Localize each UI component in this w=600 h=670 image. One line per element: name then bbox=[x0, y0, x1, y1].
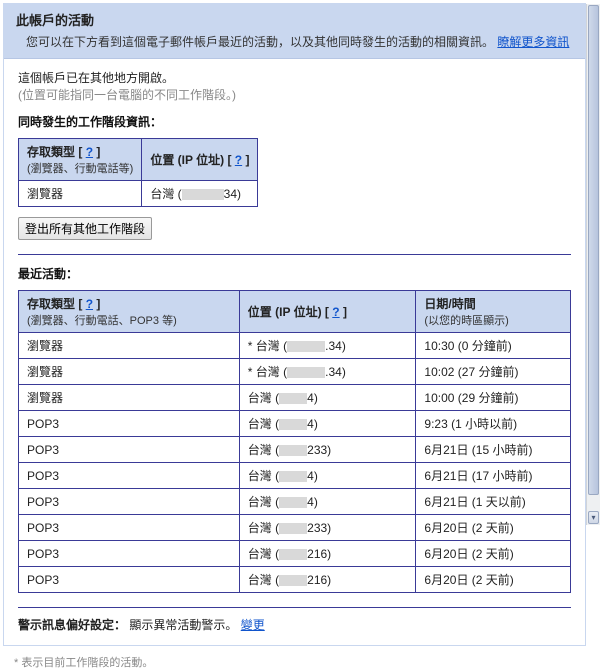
cell-datetime: 10:30 (0 分鐘前) bbox=[416, 333, 571, 359]
col-datetime: 日期/時間 (以您的時區顯示) bbox=[416, 291, 571, 333]
current-session-footnote: * 表示目前工作階段的活動。 bbox=[14, 654, 600, 670]
redacted-ip bbox=[287, 367, 325, 378]
cell-access-type: POP3 bbox=[19, 567, 240, 593]
cell-location: * 台灣 (.34) bbox=[239, 333, 416, 359]
cell-access-type: POP3 bbox=[19, 515, 240, 541]
table-row: 瀏覽器* 台灣 (.34)10:30 (0 分鐘前) bbox=[19, 333, 571, 359]
cell-datetime: 6月20日 (2 天前) bbox=[416, 567, 571, 593]
open-elsewhere-line1: 這個帳戶已在其他地方開啟。 bbox=[18, 69, 571, 86]
alert-preference: 警示訊息偏好設定： 顯示異常活動警示。 變更 bbox=[18, 616, 571, 633]
scrollbar-thumb[interactable] bbox=[588, 5, 599, 495]
section-divider bbox=[18, 607, 571, 608]
col-access-type: 存取類型 [ ? ] (瀏覽器、行動電話、POP3 等) bbox=[19, 291, 240, 333]
cell-datetime: 9:23 (1 小時以前) bbox=[416, 411, 571, 437]
learn-more-link[interactable]: 瞭解更多資訊 bbox=[497, 35, 569, 49]
table-header-row: 存取類型 [ ? ] (瀏覽器、行動電話等) 位置 (IP 位址) [ ? ] bbox=[19, 139, 258, 181]
help-icon[interactable]: ? bbox=[332, 305, 339, 319]
help-icon[interactable]: ? bbox=[86, 297, 93, 311]
redacted-ip bbox=[279, 497, 307, 508]
table-row: 瀏覽器* 台灣 (.34)10:02 (27 分鐘前) bbox=[19, 359, 571, 385]
concurrent-sessions-title: 同時發生的工作階段資訊： bbox=[18, 113, 571, 130]
col-access-type-sub: (瀏覽器、行動電話等) bbox=[27, 163, 133, 175]
col-location: 位置 (IP 位址) [ ? ] bbox=[142, 139, 258, 181]
cell-location: 台灣 (34) bbox=[142, 181, 258, 207]
table-row: POP3台灣 (216)6月20日 (2 天前) bbox=[19, 541, 571, 567]
cell-datetime: 6月21日 (1 天以前) bbox=[416, 489, 571, 515]
alert-status: 顯示異常活動警示。 bbox=[129, 618, 237, 632]
cell-datetime: 10:02 (27 分鐘前) bbox=[416, 359, 571, 385]
cell-location: * 台灣 (.34) bbox=[239, 359, 416, 385]
redacted-ip bbox=[279, 575, 307, 586]
col-access-type: 存取類型 [ ? ] (瀏覽器、行動電話等) bbox=[19, 139, 142, 181]
page-title: 此帳戶的活動 bbox=[16, 10, 575, 29]
alert-label: 警示訊息偏好設定： bbox=[18, 618, 126, 632]
sign-out-other-sessions-button[interactable]: 登出所有其他工作階段 bbox=[18, 217, 152, 240]
scroll-down-arrow-icon[interactable]: ▾ bbox=[588, 511, 599, 524]
cell-access-type: POP3 bbox=[19, 463, 240, 489]
redacted-ip bbox=[182, 189, 224, 200]
cell-datetime: 6月21日 (15 小時前) bbox=[416, 437, 571, 463]
table-row: POP3台灣 (233)6月21日 (15 小時前) bbox=[19, 437, 571, 463]
cell-datetime: 6月20日 (2 天前) bbox=[416, 515, 571, 541]
page-subtitle: 您可以在下方看到這個電子郵件帳戶最近的活動，以及其他同時發生的活動的相關資訊。 … bbox=[16, 33, 575, 50]
col-access-type-sub: (瀏覽器、行動電話、POP3 等) bbox=[27, 315, 177, 327]
help-icon[interactable]: ? bbox=[86, 145, 93, 159]
redacted-ip bbox=[287, 341, 325, 352]
vertical-scrollbar[interactable]: ▾ bbox=[586, 4, 600, 525]
cell-access-type: 瀏覽器 bbox=[19, 385, 240, 411]
cell-location: 台灣 (4) bbox=[239, 385, 416, 411]
table-row: POP3台灣 (4)6月21日 (1 天以前) bbox=[19, 489, 571, 515]
table-row: 瀏覽器 台灣 (34) bbox=[19, 181, 258, 207]
redacted-ip bbox=[279, 419, 307, 430]
table-row: POP3台灣 (4)6月21日 (17 小時前) bbox=[19, 463, 571, 489]
cell-access-type: POP3 bbox=[19, 541, 240, 567]
page-header: 此帳戶的活動 您可以在下方看到這個電子郵件帳戶最近的活動，以及其他同時發生的活動… bbox=[4, 4, 585, 59]
redacted-ip bbox=[279, 471, 307, 482]
alert-change-link[interactable]: 變更 bbox=[241, 618, 265, 632]
recent-activity-table: 存取類型 [ ? ] (瀏覽器、行動電話、POP3 等) 位置 (IP 位址) … bbox=[18, 290, 571, 593]
col-location: 位置 (IP 位址) [ ? ] bbox=[239, 291, 416, 333]
cell-location: 台灣 (233) bbox=[239, 515, 416, 541]
cell-access-type: POP3 bbox=[19, 411, 240, 437]
redacted-ip bbox=[279, 523, 307, 534]
table-header-row: 存取類型 [ ? ] (瀏覽器、行動電話、POP3 等) 位置 (IP 位址) … bbox=[19, 291, 571, 333]
table-row: 瀏覽器台灣 (4)10:00 (29 分鐘前) bbox=[19, 385, 571, 411]
cell-location: 台灣 (216) bbox=[239, 541, 416, 567]
cell-access-type: 瀏覽器 bbox=[19, 359, 240, 385]
cell-datetime: 6月21日 (17 小時前) bbox=[416, 463, 571, 489]
cell-datetime: 6月20日 (2 天前) bbox=[416, 541, 571, 567]
open-elsewhere-note: 這個帳戶已在其他地方開啟。 (位置可能指同一台電腦的不同工作階段。) bbox=[18, 69, 571, 103]
subtitle-text: 您可以在下方看到這個電子郵件帳戶最近的活動，以及其他同時發生的活動的相關資訊。 bbox=[26, 35, 494, 49]
cell-datetime: 10:00 (29 分鐘前) bbox=[416, 385, 571, 411]
cell-location: 台灣 (216) bbox=[239, 567, 416, 593]
help-icon[interactable]: ? bbox=[235, 153, 242, 167]
redacted-ip bbox=[279, 393, 307, 404]
cell-access-type: POP3 bbox=[19, 437, 240, 463]
cell-access-type: POP3 bbox=[19, 489, 240, 515]
table-row: POP3台灣 (233)6月20日 (2 天前) bbox=[19, 515, 571, 541]
concurrent-sessions-table: 存取類型 [ ? ] (瀏覽器、行動電話等) 位置 (IP 位址) [ ? ] … bbox=[18, 138, 258, 207]
recent-activity-title: 最近活動： bbox=[18, 265, 571, 282]
redacted-ip bbox=[279, 445, 307, 456]
open-elsewhere-line2: (位置可能指同一台電腦的不同工作階段。) bbox=[18, 86, 571, 103]
cell-location: 台灣 (4) bbox=[239, 411, 416, 437]
table-row: POP3台灣 (4)9:23 (1 小時以前) bbox=[19, 411, 571, 437]
cell-location: 台灣 (4) bbox=[239, 463, 416, 489]
cell-access-type: 瀏覽器 bbox=[19, 181, 142, 207]
redacted-ip bbox=[279, 549, 307, 560]
table-row: POP3台灣 (216)6月20日 (2 天前) bbox=[19, 567, 571, 593]
cell-access-type: 瀏覽器 bbox=[19, 333, 240, 359]
cell-location: 台灣 (4) bbox=[239, 489, 416, 515]
cell-location: 台灣 (233) bbox=[239, 437, 416, 463]
col-datetime-sub: (以您的時區顯示) bbox=[424, 315, 508, 327]
section-divider bbox=[18, 254, 571, 255]
